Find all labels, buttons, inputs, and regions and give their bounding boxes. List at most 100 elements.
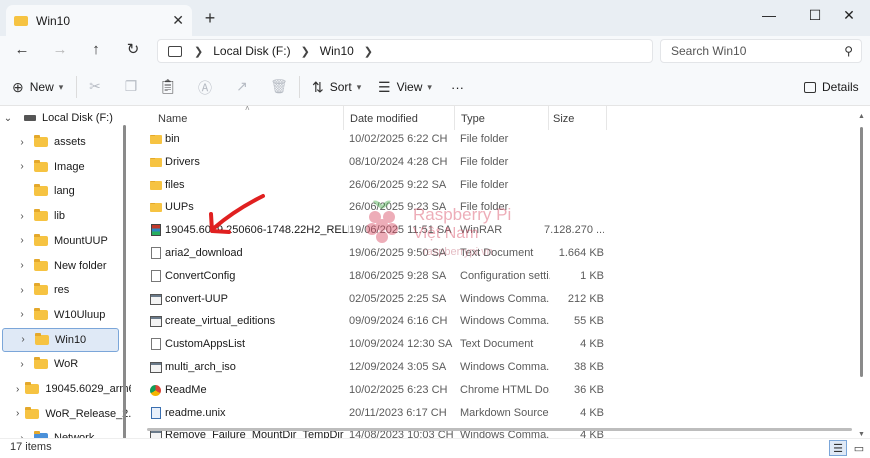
folder-icon — [150, 157, 162, 167]
chevron-right-icon[interactable]: › — [16, 309, 28, 320]
nav-item[interactable]: › MountUUP — [0, 229, 131, 253]
breadcrumb-local-disk[interactable]: Local Disk (F:) — [213, 44, 290, 58]
file-row[interactable]: multi_arch_iso 12/09/2024 3:05 SA Windows … — [144, 356, 850, 379]
file-list-scrollbar[interactable]: ▲ ▼ — [858, 113, 865, 438]
nav-item[interactable]: › WoR_Release_2.3 — [0, 402, 131, 426]
address-bar[interactable]: ❯ Local Disk (F:) ❯ Win10 ❯ — [157, 39, 653, 63]
chevron-right-icon[interactable]: › — [16, 161, 28, 172]
nav-item[interactable]: ›Network — [0, 426, 131, 438]
nav-item[interactable]: › 19045.6029_arm6 — [0, 377, 131, 401]
column-separator[interactable] — [343, 106, 344, 130]
file-type: Windows Comma... — [460, 429, 550, 438]
view-button[interactable]: ☰ View ▾ — [378, 76, 432, 98]
nav-item-label: res — [54, 284, 70, 297]
refresh-button[interactable]: ↻ — [121, 41, 145, 59]
file-row[interactable]: Drivers 08/10/2024 4:28 CH File folder — [144, 151, 850, 174]
file-type: File folder — [460, 133, 509, 145]
chevron-right-icon[interactable]: › — [16, 359, 28, 370]
tiles-view-button[interactable]: ▭ — [850, 440, 868, 456]
file-type: Windows Comma... — [460, 361, 550, 373]
sort-button[interactable]: ⇅ Sort ▾ — [312, 76, 361, 98]
search-input[interactable]: Search Win10 ⚲ — [660, 39, 862, 63]
file-date: 09/09/2024 6:16 CH — [349, 315, 448, 328]
chevron-right-icon[interactable]: › — [16, 260, 28, 271]
file-row[interactable]: convert-UUP 02/05/2025 2:25 SA Windows Com… — [144, 288, 850, 311]
file-row[interactable]: ConvertConfig 18/06/2025 9:28 SA Configura… — [144, 265, 850, 288]
close-window-button[interactable]: ✕ — [826, 0, 870, 30]
forward-button[interactable]: → — [48, 41, 72, 59]
column-header-size[interactable]: Size — [553, 109, 574, 129]
scroll-down-icon[interactable]: ▼ — [858, 431, 865, 438]
nav-item[interactable]: › res — [0, 278, 131, 302]
tab-win10[interactable]: Win10 ✕ — [6, 5, 192, 36]
cmd-icon — [150, 293, 162, 305]
horizontal-scrollbar[interactable] — [147, 428, 852, 431]
chevron-right-icon[interactable]: › — [17, 334, 29, 345]
new-tab-button[interactable]: + — [200, 9, 220, 29]
nav-item-local-disk[interactable]: ⌄ Local Disk (F:) — [0, 106, 131, 130]
file-type: File folder — [460, 155, 509, 168]
file-row[interactable]: readme.unix 20/11/2023 6:17 CH Markdown So… — [144, 402, 850, 425]
chevron-right-icon[interactable]: › — [16, 211, 28, 222]
nav-item[interactable]: › lib — [0, 204, 131, 228]
paste-icon[interactable]: 📋︎ — [158, 78, 178, 96]
nav-item[interactable]: › WoR — [0, 352, 131, 376]
copy-icon[interactable]: ❐ — [121, 78, 141, 96]
nav-item[interactable]: › assets — [0, 130, 131, 154]
chevron-right-icon[interactable]: › — [16, 235, 28, 246]
breadcrumb-win10[interactable]: Win10 — [320, 44, 354, 58]
file-size: 1.664 KB — [558, 247, 604, 259]
close-icon[interactable]: ✕ — [172, 12, 184, 29]
share-icon[interactable]: ↗ — [232, 78, 252, 96]
file-date: 26/06/2025 9:22 SA — [349, 178, 447, 191]
cut-icon[interactable]: ✂ — [85, 78, 105, 96]
chevron-down-icon: ▾ — [58, 81, 64, 92]
file-row[interactable]: Remove_Failure_MountDir_TempDir 14/08/202… — [144, 424, 850, 438]
cmd-icon — [150, 362, 162, 373]
chevron-right-icon[interactable]: › — [16, 408, 19, 419]
column-header-name[interactable]: Name — [158, 109, 187, 129]
rar-icon — [151, 224, 161, 237]
new-label: New — [29, 80, 54, 94]
file-row[interactable]: ReadMe 10/02/2025 6:23 CH Chrome HTML Do..… — [144, 379, 850, 402]
nav-scrollbar[interactable] — [123, 125, 126, 439]
rename-icon[interactable]: Ⓐ — [195, 78, 215, 96]
column-separator[interactable] — [548, 106, 549, 130]
nav-item-label: 19045.6029_arm6 — [45, 383, 131, 395]
drive-icon — [24, 115, 36, 121]
nav-item-label: lib — [54, 210, 66, 223]
column-separator[interactable] — [606, 106, 607, 130]
new-button[interactable]: ⊕ New ▾ — [12, 76, 63, 98]
watermark-url: raspberrypi.vn — [423, 246, 493, 258]
scroll-up-icon[interactable]: ▲ — [858, 113, 865, 120]
column-header-date[interactable]: Date modified — [350, 109, 418, 129]
file-type: Chrome HTML Do... — [460, 383, 550, 396]
arrow-up-icon: ↑ — [92, 41, 100, 58]
details-view-button[interactable]: ☰ — [829, 440, 847, 456]
details-button[interactable]: Details — [804, 76, 859, 98]
nav-item[interactable]: › Win10 — [2, 327, 119, 352]
see-more-button[interactable]: ··· — [451, 76, 464, 98]
nav-item[interactable]: › Image — [0, 155, 131, 179]
chevron-down-icon: ▾ — [356, 81, 362, 92]
folder-icon — [34, 258, 48, 271]
column-header-type[interactable]: Type — [461, 109, 485, 129]
nav-item[interactable]: › New folder — [0, 254, 131, 278]
file-row[interactable]: bin 10/02/2025 6:22 CH File folder — [144, 128, 850, 151]
chevron-right-icon[interactable]: › — [16, 137, 28, 148]
nav-item[interactable]: lang — [0, 179, 131, 203]
minimize-button[interactable]: — — [746, 0, 792, 30]
up-button[interactable]: ↑ — [84, 41, 108, 59]
delete-icon[interactable]: 🗑︎ — [269, 78, 289, 96]
file-row[interactable]: create_virtual_editions 09/09/2024 6:16 C… — [144, 310, 850, 333]
nav-item[interactable]: › W10Uluup — [0, 303, 131, 327]
nav-item-label: WoR_Release_2.3 — [45, 407, 131, 420]
file-type: Text Document — [460, 338, 534, 351]
file-row[interactable]: CustomAppsList 10/09/2024 12:30 SA Text Do… — [144, 333, 850, 356]
scrollbar-thumb[interactable] — [860, 127, 863, 377]
column-separator[interactable] — [454, 106, 455, 130]
back-button[interactable]: ← — [10, 41, 34, 59]
file-name: Drivers — [165, 155, 200, 168]
chevron-right-icon[interactable]: › — [16, 285, 28, 296]
chevron-right-icon[interactable]: › — [16, 384, 19, 395]
